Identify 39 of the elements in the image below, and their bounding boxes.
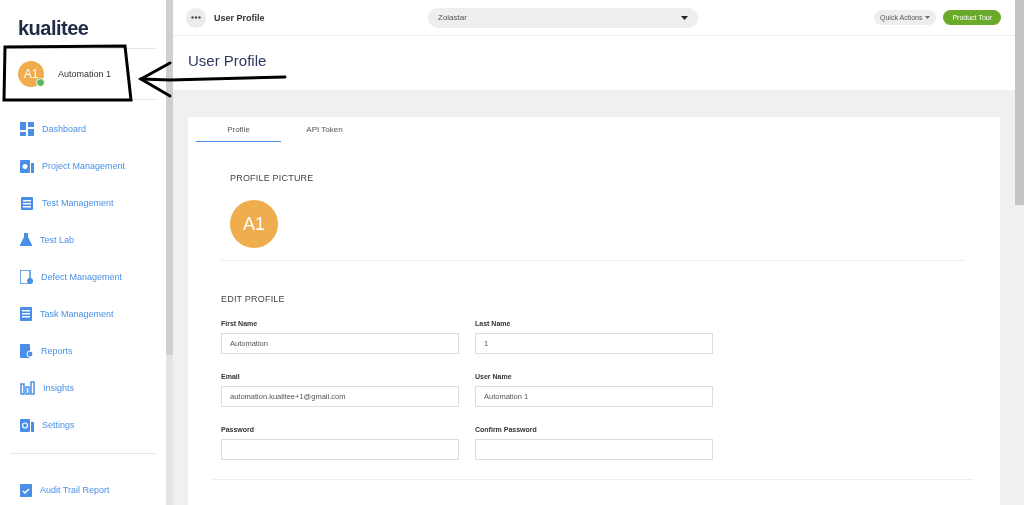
bar-chart-icon — [20, 380, 35, 395]
checklist-icon — [20, 482, 32, 497]
input-field[interactable] — [221, 439, 459, 460]
workspace-dropdown[interactable]: Zolastar — [428, 7, 698, 28]
caret-icon — [925, 16, 931, 19]
user-avatar[interactable]: A1 — [18, 61, 44, 87]
more-button[interactable] — [186, 7, 206, 28]
tab[interactable]: API Token — [282, 117, 367, 142]
header-title: User Profile — [214, 12, 265, 23]
gear-document-icon — [20, 158, 34, 173]
nav-link[interactable]: Insights — [0, 369, 95, 406]
nav-link[interactable]: Test Lab — [0, 221, 95, 258]
scrollbar-thumb[interactable] — [1015, 0, 1024, 205]
section-heading: PROFILE PICTURE — [230, 173, 314, 183]
tab[interactable]: Profile — [196, 117, 281, 142]
nav-link[interactable]: Audit Trail Report — [0, 471, 130, 505]
more-icon — [191, 16, 201, 19]
nav-link[interactable]: Reports — [0, 332, 93, 369]
nav-link[interactable]: Task Management — [0, 295, 134, 332]
nav-link[interactable]: Dashboard — [0, 110, 107, 147]
report-icon — [20, 343, 33, 358]
nav-link[interactable]: Settings — [0, 406, 95, 443]
section-heading: EDIT PROFILE — [221, 294, 285, 304]
bug-document-icon — [20, 269, 33, 284]
grid-icon — [20, 121, 34, 136]
nav-link[interactable]: Test Management — [0, 184, 134, 221]
clipboard-icon — [20, 195, 34, 210]
scrollbar-thumb[interactable] — [166, 0, 173, 355]
gear-document-icon — [20, 417, 34, 432]
input-field[interactable] — [475, 439, 713, 460]
caret-icon — [681, 15, 688, 20]
flask-icon — [20, 233, 32, 246]
page-title: User Profile — [188, 51, 267, 69]
profile-avatar[interactable]: A1 — [230, 200, 278, 248]
nav-link[interactable]: Defect Management — [0, 258, 143, 295]
nav-link[interactable]: Project Management — [0, 147, 146, 184]
logo: kualitee — [18, 17, 89, 40]
task-list-icon — [20, 306, 32, 321]
user-name[interactable]: Automation 1 — [58, 69, 112, 79]
